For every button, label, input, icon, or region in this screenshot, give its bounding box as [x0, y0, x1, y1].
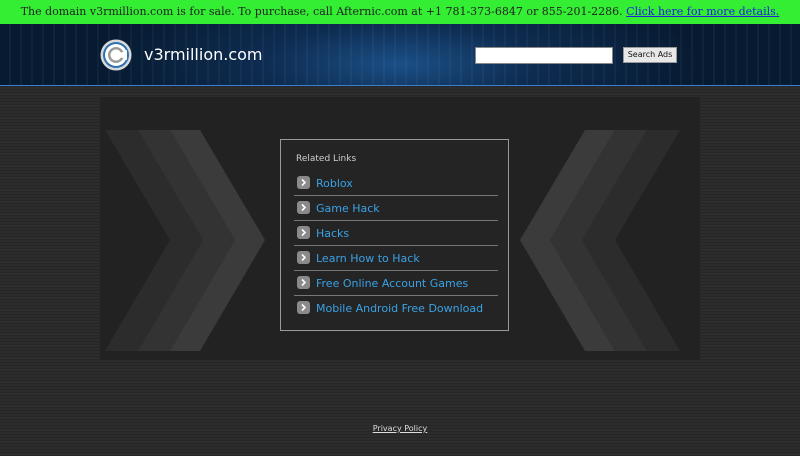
site-header: v3rmillion.com Search Ads: [0, 24, 800, 86]
related-links-title: Related Links: [296, 154, 357, 164]
related-link[interactable]: Free Online Account Games: [316, 277, 468, 291]
list-item[interactable]: Learn How to Hack: [294, 246, 498, 271]
related-link[interactable]: Learn How to Hack: [316, 252, 420, 266]
related-link[interactable]: Hacks: [316, 227, 349, 241]
site-name: v3rmillion.com: [144, 45, 263, 64]
list-item[interactable]: Mobile Android Free Download: [294, 296, 498, 320]
chevron-right-icon: [297, 251, 310, 264]
list-item[interactable]: Free Online Account Games: [294, 271, 498, 296]
related-link[interactable]: Roblox: [316, 177, 353, 191]
related-links-list: Roblox Game Hack Hacks Learn How to Hack…: [294, 171, 498, 320]
related-link[interactable]: Mobile Android Free Download: [316, 302, 483, 316]
list-item[interactable]: Game Hack: [294, 196, 498, 221]
chevron-right-icon: [297, 201, 310, 214]
chevron-right-icon: [297, 226, 310, 239]
sale-banner: The domain v3rmillion.com is for sale. T…: [0, 0, 800, 24]
related-link[interactable]: Game Hack: [316, 202, 380, 216]
chevron-right-icon: [297, 176, 310, 189]
right-chevron-decoration: [520, 130, 680, 351]
search-input[interactable]: [475, 47, 613, 64]
left-chevron-decoration: [105, 130, 265, 351]
more-details-link[interactable]: Click here for more details.: [626, 5, 779, 18]
chevron-right-icon: [297, 276, 310, 289]
swirl-logo-icon: [100, 39, 132, 71]
chevron-right-icon: [297, 301, 310, 314]
privacy-policy-link[interactable]: Privacy Policy: [0, 424, 800, 433]
list-item[interactable]: Hacks: [294, 221, 498, 246]
search-ads-button[interactable]: Search Ads: [623, 47, 677, 63]
sale-banner-text: The domain v3rmillion.com is for sale. T…: [20, 5, 627, 18]
list-item[interactable]: Roblox: [294, 171, 498, 196]
related-links-box: Related Links Roblox Game Hack Hacks Lea…: [280, 139, 509, 331]
